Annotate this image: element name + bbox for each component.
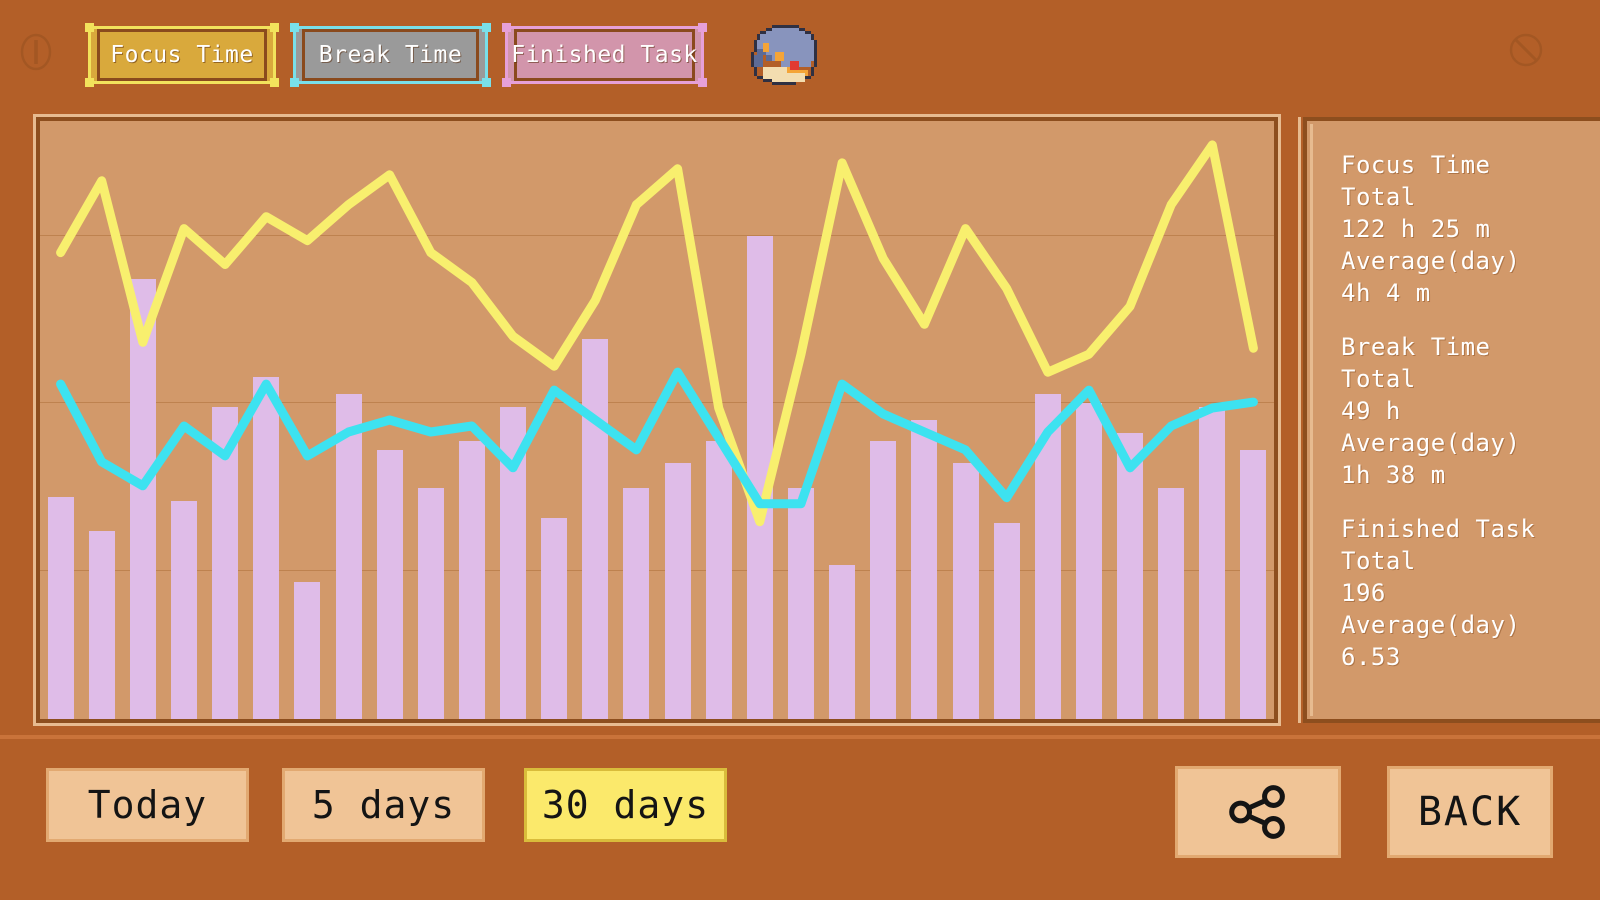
stat-avg-value-break: 1h 38 m — [1341, 461, 1446, 489]
chip-corner — [502, 23, 511, 32]
stat-avg-value-focus: 4h 4 m — [1341, 279, 1431, 307]
chip-corner — [290, 78, 299, 87]
back-button[interactable]: BACK — [1384, 763, 1556, 861]
range-button-5-days[interactable]: 5 days — [279, 765, 488, 845]
range-button-5-days-label: 5 days — [311, 783, 456, 827]
book-icon[interactable] — [742, 22, 826, 94]
stat-avg-label-focus: Average(day) — [1341, 247, 1521, 275]
range-button-30-days[interactable]: 30 days — [521, 765, 730, 845]
share-button[interactable] — [1172, 763, 1344, 861]
chip-corner — [698, 23, 707, 32]
back-button-label: BACK — [1417, 789, 1523, 835]
chip-corner — [85, 23, 94, 32]
chart-lines — [40, 121, 1274, 719]
legend-label-focus-time: Focus Time — [110, 42, 254, 68]
statistics-screen: Focus Time Break Time Finished Task Focu… — [0, 0, 1600, 900]
chip-corner — [290, 23, 299, 32]
range-button-today-label: Today — [87, 783, 208, 827]
stat-total-label-task: Total — [1341, 547, 1416, 575]
stat-total-label-focus: Total — [1341, 183, 1416, 211]
chip-corner — [85, 78, 94, 87]
chip-inner: Focus Time — [97, 29, 267, 81]
chip-corner — [698, 78, 707, 87]
no-entry-icon[interactable] — [1508, 28, 1544, 72]
chip-inner: Finished Task — [511, 29, 698, 81]
chip-corner — [270, 78, 279, 87]
stat-avg-value-task: 6.53 — [1341, 643, 1401, 671]
range-button-today[interactable]: Today — [43, 765, 252, 845]
stat-group-break-time: Break Time Total 49 h Average(day) 1h 38… — [1341, 331, 1600, 491]
legend-chip-break-time[interactable]: Break Time — [290, 23, 491, 87]
chip-corner — [270, 23, 279, 32]
stat-title-break-time: Break Time — [1341, 333, 1491, 361]
legend-label-finished-task: Finished Task — [511, 42, 698, 68]
chip-corner — [502, 78, 511, 87]
info-circle-icon[interactable] — [18, 30, 54, 74]
stat-total-value-break: 49 h — [1341, 397, 1401, 425]
header-bar: Focus Time Break Time Finished Task — [0, 0, 1600, 112]
chip-inner: Break Time — [302, 29, 479, 81]
legend-chip-focus-time[interactable]: Focus Time — [85, 23, 279, 87]
chip-corner — [482, 78, 491, 87]
footer-divider — [0, 735, 1600, 739]
stat-total-label-break: Total — [1341, 365, 1416, 393]
stat-title-finished-task: Finished Task — [1341, 515, 1536, 543]
legend-chip-finished-task[interactable]: Finished Task — [502, 23, 707, 87]
statistics-summary-panel: Focus Time Total 122 h 25 m Average(day)… — [1298, 117, 1600, 723]
chart-plot-area — [40, 121, 1274, 719]
stat-avg-label-break: Average(day) — [1341, 429, 1521, 457]
chart-line-break-time — [56, 367, 1258, 509]
chip-corner — [482, 23, 491, 32]
stat-title-focus-time: Focus Time — [1341, 151, 1491, 179]
legend-label-break-time: Break Time — [318, 42, 463, 68]
range-button-30-days-label: 30 days — [541, 783, 710, 827]
stat-total-value-task: 196 — [1341, 579, 1386, 607]
stat-total-value-focus: 122 h 25 m — [1341, 215, 1491, 243]
stat-group-finished-task: Finished Task Total 196 Average(day) 6.5… — [1341, 513, 1600, 673]
statistics-chart-panel — [33, 114, 1281, 726]
chart-line-focus-time — [56, 140, 1258, 527]
stat-avg-label-task: Average(day) — [1341, 611, 1521, 639]
stat-group-focus-time: Focus Time Total 122 h 25 m Average(day)… — [1341, 149, 1600, 309]
share-icon — [1226, 783, 1290, 841]
